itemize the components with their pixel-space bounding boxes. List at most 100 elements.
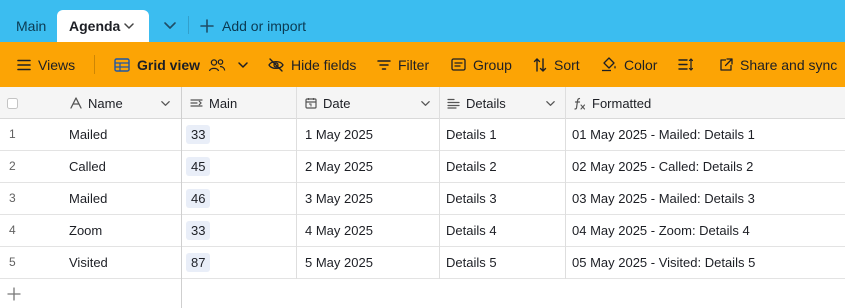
calendar-icon [305, 98, 317, 109]
share-and-sync-label: Share and sync [740, 56, 838, 73]
filter-label: Filter [398, 56, 430, 73]
tab-main[interactable]: Main [8, 10, 54, 42]
tab-agenda[interactable]: Agenda [57, 10, 149, 42]
cell-name[interactable]: Zoom [69, 215, 102, 246]
column-divider [181, 87, 182, 308]
long-text-icon [447, 98, 460, 109]
add-row-button[interactable] [7, 287, 21, 301]
column-header-date[interactable]: Date [305, 87, 350, 119]
sort-icon [533, 57, 547, 72]
cell-main[interactable]: 33 [186, 215, 211, 246]
tab-agenda-label: Agenda [69, 18, 121, 34]
column-formatted-label: Formatted [592, 95, 652, 111]
checkbox-icon [7, 97, 18, 109]
cell-formatted[interactable]: 02 May 2025 - Called: Details 2 [572, 151, 753, 182]
row-number: 5 [9, 255, 16, 269]
cell-details[interactable]: Details 2 [446, 151, 497, 182]
tab-divider [188, 16, 189, 34]
views-button[interactable]: Views [17, 42, 75, 87]
view-toolbar: Views Grid view Hide fields Filter Group… [0, 42, 845, 87]
chevron-down-icon[interactable] [420, 98, 431, 109]
add-or-import-label: Add or import [222, 18, 307, 34]
column-main-label: Main [209, 95, 238, 111]
number-chip: 46 [186, 189, 211, 208]
plus-icon [200, 18, 214, 33]
view-name: Grid view [137, 56, 201, 73]
table-row[interactable]: 1 Mailed 33 1 May 2025 Details 1 01 May … [0, 119, 845, 151]
table-tab-bar: Main Agenda Add or import [0, 0, 845, 42]
filter-button[interactable]: Filter [377, 42, 429, 87]
row-height-button[interactable] [678, 42, 700, 87]
cell-date[interactable]: 4 May 2025 [305, 215, 373, 246]
people-icon [208, 58, 226, 71]
chevron-down-icon[interactable] [160, 98, 171, 109]
column-header-name[interactable]: Name [70, 87, 123, 119]
cell-date[interactable]: 5 May 2025 [305, 247, 373, 278]
cell-formatted[interactable]: 05 May 2025 - Visited: Details 5 [572, 247, 755, 278]
select-all-checkbox[interactable] [7, 87, 24, 119]
sort-button[interactable]: Sort [533, 42, 580, 87]
chevron-down-icon[interactable] [161, 16, 179, 34]
group-icon [451, 58, 466, 71]
number-field-icon [190, 99, 203, 107]
hamburger-icon [17, 59, 31, 70]
cell-formatted[interactable]: 04 May 2025 - Zoom: Details 4 [572, 215, 750, 246]
table-row[interactable]: 3 Mailed 46 3 May 2025 Details 3 03 May … [0, 183, 845, 215]
cell-date[interactable]: 1 May 2025 [305, 119, 373, 150]
share-icon [720, 57, 733, 71]
row-height-icon [678, 58, 693, 71]
number-chip: 87 [186, 253, 211, 272]
group-button[interactable]: Group [451, 42, 512, 87]
cell-details[interactable]: Details 3 [446, 183, 497, 214]
number-chip: 33 [186, 221, 211, 240]
table-row[interactable]: 5 Visited 87 5 May 2025 Details 5 05 May… [0, 247, 845, 279]
cell-name[interactable]: Visited [69, 247, 108, 278]
cell-name[interactable]: Mailed [69, 183, 107, 214]
column-header-details[interactable]: Details [447, 87, 506, 119]
share-and-sync-button[interactable]: Share and sync [719, 42, 837, 87]
cell-main[interactable]: 46 [186, 183, 211, 214]
column-divider [439, 87, 440, 279]
column-date-label: Date [323, 95, 351, 111]
cell-details[interactable]: Details 5 [446, 247, 497, 278]
column-header-formatted[interactable]: Formatted [573, 87, 651, 119]
cell-formatted[interactable]: 03 May 2025 - Mailed: Details 3 [572, 183, 755, 214]
toolbar-divider [94, 55, 95, 74]
color-button[interactable]: Color [601, 42, 657, 87]
group-label: Group [473, 56, 512, 73]
cell-main[interactable]: 45 [186, 151, 211, 182]
cell-date[interactable]: 2 May 2025 [305, 151, 373, 182]
add-or-import-button[interactable]: Add or import [200, 10, 306, 42]
text-field-icon [70, 97, 82, 109]
chevron-down-icon[interactable] [545, 98, 556, 109]
cell-name[interactable]: Called [69, 151, 106, 182]
cell-details[interactable]: Details 4 [446, 215, 497, 246]
cell-main[interactable]: 87 [186, 247, 211, 278]
sort-label: Sort [554, 56, 580, 73]
paint-bucket-icon [602, 57, 616, 72]
cell-date[interactable]: 3 May 2025 [305, 183, 373, 214]
row-number: 4 [9, 223, 16, 237]
grid-icon [114, 57, 130, 72]
number-chip: 45 [186, 157, 211, 176]
cell-main[interactable]: 33 [186, 119, 211, 150]
tab-main-label: Main [16, 18, 47, 34]
eye-slash-icon [268, 57, 284, 72]
column-name-label: Name [88, 95, 123, 111]
column-header-main[interactable]: Main [190, 87, 237, 119]
chevron-down-icon[interactable] [123, 20, 135, 32]
view-switcher[interactable]: Grid view [114, 42, 256, 87]
formula-icon [574, 97, 586, 110]
cell-formatted[interactable]: 01 May 2025 - Mailed: Details 1 [572, 119, 755, 150]
cell-details[interactable]: Details 1 [446, 119, 497, 150]
color-label: Color [624, 56, 658, 73]
hide-fields-button[interactable]: Hide fields [268, 42, 356, 87]
grid-header: Name Main Date Details Formatted [0, 87, 845, 119]
cell-name[interactable]: Mailed [69, 119, 107, 150]
number-chip: 33 [186, 125, 211, 144]
table-row[interactable]: 2 Called 45 2 May 2025 Details 2 02 May … [0, 151, 845, 183]
column-divider [296, 87, 297, 279]
chevron-down-icon [238, 61, 248, 68]
views-label: Views [38, 56, 76, 73]
table-row[interactable]: 4 Zoom 33 4 May 2025 Details 4 04 May 20… [0, 215, 845, 247]
